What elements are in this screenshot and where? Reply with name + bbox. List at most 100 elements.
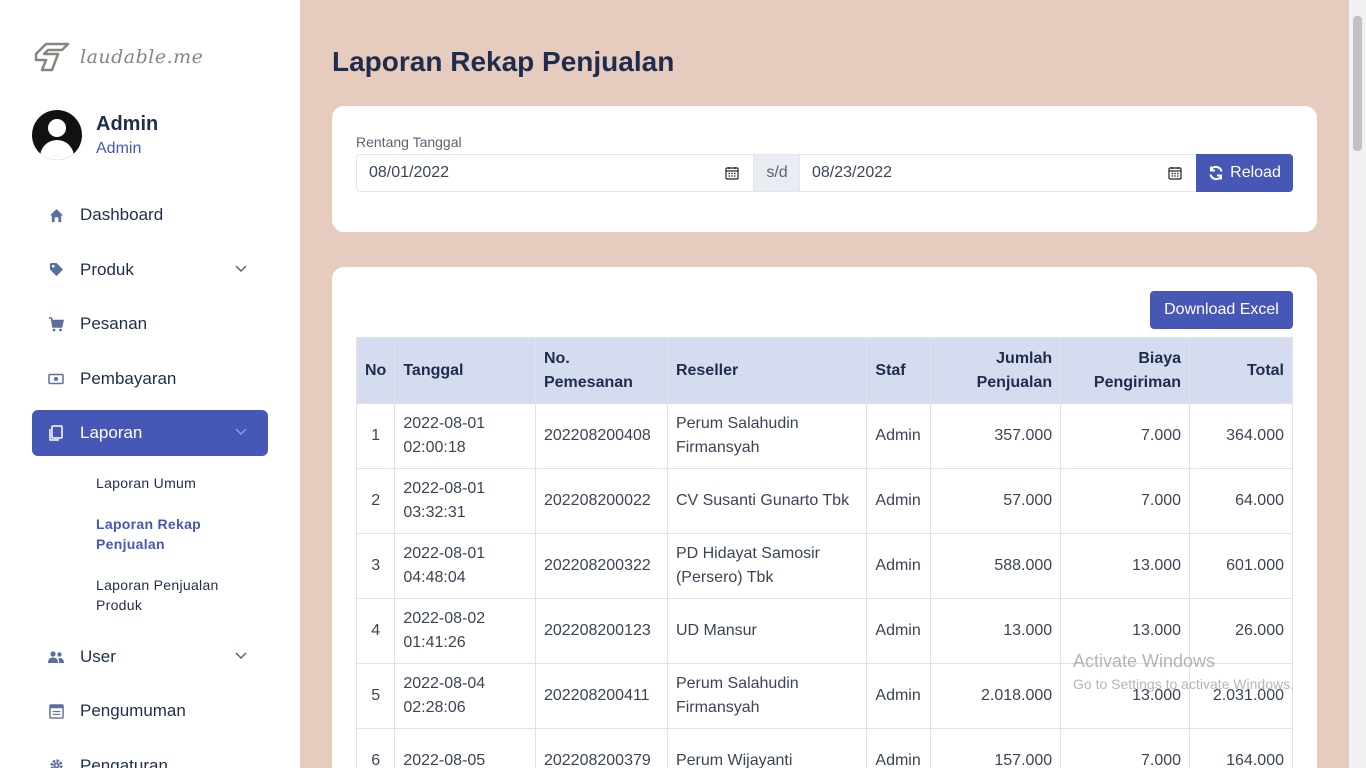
cell-tanggal: 2022-08-01 04:48:04 — [394, 533, 536, 599]
users-icon — [48, 649, 64, 665]
col-header-staf[interactable]: Staf — [866, 337, 932, 404]
submenu-item-laporan-rekap-penjualan[interactable]: Laporan Rekap Penjualan — [96, 504, 268, 565]
cell-total: 601.000 — [1189, 533, 1293, 599]
reload-button[interactable]: Reload — [1196, 154, 1293, 192]
col-header-reseller[interactable]: Reseller — [666, 337, 868, 404]
cell-biaya-pengiriman: 13.000 — [1060, 533, 1191, 599]
cell-biaya-pengiriman: 13.000 — [1060, 663, 1191, 729]
cell-jumlah-penjualan: 588.000 — [930, 533, 1062, 599]
laporan-submenu: Laporan Umum Laporan Rekap Penjualan Lap… — [32, 463, 268, 626]
start-date-input[interactable]: 08/01/2022 — [356, 154, 754, 192]
cell-biaya-pengiriman: 13.000 — [1060, 598, 1191, 664]
sidebar-item-pengumuman[interactable]: Pengumuman — [32, 688, 268, 734]
calendar-icon[interactable] — [1168, 166, 1182, 180]
gear-icon — [48, 758, 64, 768]
cell-reseller: PD Hidayat Samosir (Persero) Tbk — [666, 533, 868, 599]
sidebar-item-label: Pengumuman — [80, 701, 186, 720]
sidebar-item-pesanan[interactable]: Pesanan — [32, 301, 268, 347]
profile-role: Admin — [96, 139, 142, 157]
table-row[interactable]: 5 2022-08-04 02:28:06 202208200411 Perum Sa… — [355, 663, 1293, 729]
cell-tanggal: 2022-08-04 02:28:06 — [394, 663, 536, 729]
home-icon — [48, 207, 64, 223]
cell-total: 26.000 — [1189, 598, 1293, 664]
page-title: Laporan Rekap Penjualan — [332, 46, 675, 77]
cell-no-pemesanan: 202208200022 — [534, 468, 668, 534]
table-header-row: No Tanggal No. Pemesanan Reseller Staf J… — [355, 337, 1293, 404]
table-body: 1 2022-08-01 02:00:18 202208200408 Perum Sa… — [355, 403, 1293, 768]
document-icon — [48, 425, 64, 441]
cell-no: 5 — [355, 663, 396, 729]
cell-jumlah-penjualan: 13.000 — [930, 598, 1062, 664]
col-header-biaya-pengiriman[interactable]: Biaya Pengiriman — [1060, 337, 1191, 404]
col-header-total[interactable]: Total — [1189, 337, 1293, 404]
sidebar-item-pembayaran[interactable]: Pembayaran — [32, 356, 268, 402]
reload-button-label: Reload — [1230, 164, 1281, 181]
col-header-tanggal[interactable]: Tanggal — [394, 337, 536, 404]
cell-reseller: UD Mansur — [666, 598, 868, 664]
avatar — [32, 110, 82, 160]
sidebar-item-dashboard[interactable]: Dashboard — [32, 192, 268, 238]
end-date-input[interactable]: 08/23/2022 — [799, 154, 1197, 192]
calendar-icon[interactable] — [725, 166, 739, 180]
page-scrollbar[interactable] — [1349, 0, 1366, 768]
brand-name: laudable.me — [80, 46, 204, 68]
sidebar-item-label: Produk — [80, 259, 134, 279]
sidebar-item-label: User — [80, 646, 116, 666]
table-row[interactable]: 1 2022-08-01 02:00:18 202208200408 Perum Sa… — [355, 403, 1293, 469]
col-header-no[interactable]: No — [355, 337, 396, 404]
sales-table-card: Download Excel No Tanggal No. Pemesanan … — [332, 267, 1317, 768]
money-icon — [48, 371, 64, 387]
submenu-item-laporan-umum[interactable]: Laporan Umum — [96, 463, 268, 504]
cell-no-pemesanan: 202208200411 — [534, 663, 668, 729]
cell-reseller: CV Susanti Gunarto Tbk — [666, 468, 868, 534]
cell-biaya-pengiriman: 7.000 — [1060, 468, 1191, 534]
cell-no-pemesanan: 202208200123 — [534, 598, 668, 664]
filter-card: Rentang Tanggal 08/01/2022 s/d 08/23/202… — [332, 106, 1317, 232]
brand-logo[interactable]: laudable.me — [32, 40, 203, 74]
profile-name: Admin — [96, 112, 159, 135]
table-row[interactable]: 3 2022-08-01 04:48:04 202208200322 PD Hiday… — [355, 533, 1293, 599]
cell-reseller: Perum Salahudin Firmansyah — [666, 663, 868, 729]
cell-no: 3 — [355, 533, 396, 599]
cell-biaya-pengiriman: 7.000 — [1060, 403, 1191, 469]
sidebar-item-pengaturan[interactable]: Pengaturan — [32, 743, 268, 768]
sidebar-item-label: Pembayaran — [80, 368, 177, 388]
cell-tanggal: 2022-08-02 01:41:26 — [394, 598, 536, 664]
cell-no-pemesanan: 202208200408 — [534, 403, 668, 469]
col-header-no-pemesanan[interactable]: No. Pemesanan — [534, 337, 668, 404]
tag-icon — [48, 262, 64, 278]
chevron-down-icon — [235, 428, 247, 436]
sidebar-item-laporan[interactable]: Laporan — [32, 410, 268, 456]
sales-recap-table: No Tanggal No. Pemesanan Reseller Staf J… — [355, 337, 1293, 768]
download-excel-button[interactable]: Download Excel — [1150, 291, 1293, 329]
cell-no: 6 — [355, 728, 396, 768]
table-row[interactable]: 4 2022-08-02 01:41:26 202208200123 UD Mansu… — [355, 598, 1293, 664]
col-header-jumlah-penjualan[interactable]: Jumlah Penjualan — [930, 337, 1062, 404]
cell-tanggal: 2022-08-01 02:00:18 — [394, 403, 536, 469]
start-date-value: 08/01/2022 — [369, 164, 450, 181]
cell-staf: Admin — [866, 403, 932, 469]
scrollbar-thumb[interactable] — [1353, 16, 1362, 151]
cell-biaya-pengiriman: 7.000 — [1060, 728, 1191, 768]
cell-no: 4 — [355, 598, 396, 664]
table-row[interactable]: 2 2022-08-01 03:32:31 202208200022 CV Susan… — [355, 468, 1293, 534]
end-date-value: 08/23/2022 — [812, 164, 893, 181]
table-row[interactable]: 6 2022-08-05 202208200379 Perum Wijayanti Ad… — [355, 728, 1293, 768]
sidebar-item-label: Pesanan — [80, 314, 148, 333]
cell-reseller: Perum Wijayanti — [666, 728, 868, 768]
submenu-item-laporan-penjualan-produk[interactable]: Laporan Penjualan Produk — [96, 565, 268, 626]
sidebar-item-user[interactable]: User — [32, 634, 268, 680]
cell-total: 2.031.000 — [1189, 663, 1293, 729]
cell-staf: Admin — [866, 533, 932, 599]
cell-tanggal: 2022-08-05 — [394, 728, 536, 768]
cell-reseller: Perum Salahudin Firmansyah — [666, 403, 868, 469]
cell-total: 64.000 — [1189, 468, 1293, 534]
sidebar-item-produk[interactable]: Produk — [32, 247, 268, 293]
date-range-label: Rentang Tanggal — [356, 134, 462, 150]
sidebar-item-label: Laporan — [80, 423, 143, 442]
cell-total: 164.000 — [1189, 728, 1293, 768]
cell-jumlah-penjualan: 357.000 — [930, 403, 1062, 469]
cell-total: 364.000 — [1189, 403, 1293, 469]
cell-staf: Admin — [866, 468, 932, 534]
cell-jumlah-penjualan: 2.018.000 — [930, 663, 1062, 729]
